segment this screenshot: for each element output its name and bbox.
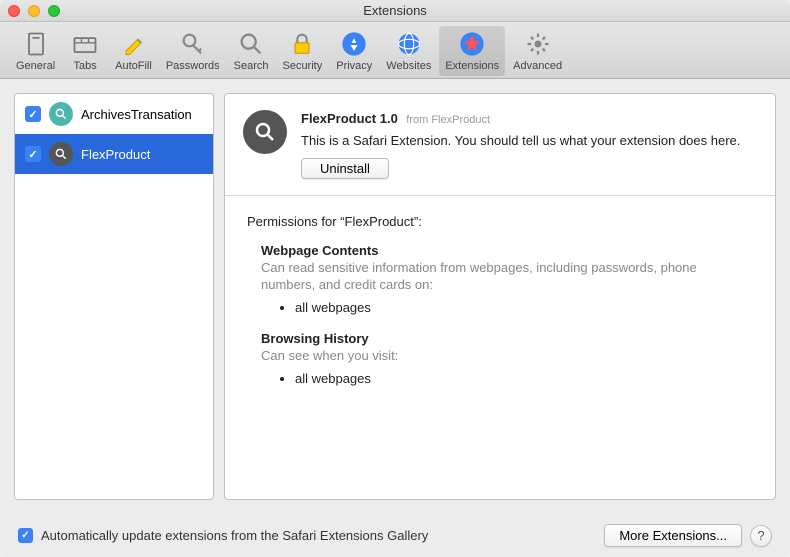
- permission-description: Can read sensitive information from webp…: [261, 260, 753, 294]
- permission-title: Webpage Contents: [261, 243, 753, 258]
- auto-update-checkbox[interactable]: [18, 528, 33, 543]
- detail-from: from FlexProduct: [406, 114, 490, 126]
- uninstall-button[interactable]: Uninstall: [301, 158, 389, 179]
- permission-title: Browsing History: [261, 331, 753, 346]
- toolbar-tabs[interactable]: Tabs: [63, 26, 107, 76]
- extension-name: ArchivesTransation: [81, 107, 192, 122]
- close-window-button[interactable]: [8, 5, 20, 17]
- toolbar-passwords[interactable]: Passwords: [160, 26, 226, 76]
- general-icon: [22, 30, 50, 58]
- security-icon: [288, 30, 316, 58]
- extension-name: FlexProduct: [81, 147, 150, 162]
- permission-description: Can see when you visit:: [261, 348, 753, 365]
- permissions-heading: Permissions for “FlexProduct”:: [247, 214, 753, 229]
- extensions-icon: [458, 30, 486, 58]
- toolbar-privacy[interactable]: Privacy: [330, 26, 378, 76]
- websites-icon: [395, 30, 423, 58]
- footer: Automatically update extensions from the…: [0, 514, 790, 557]
- detail-info: FlexProduct 1.0 from FlexProduct This is…: [301, 110, 757, 179]
- extension-detail-panel: FlexProduct 1.0 from FlexProduct This is…: [224, 93, 776, 500]
- detail-description: This is a Safari Extension. You should t…: [301, 132, 757, 150]
- toolbar-extensions[interactable]: Extensions: [439, 26, 505, 76]
- passwords-icon: [179, 30, 207, 58]
- help-button[interactable]: ?: [750, 525, 772, 547]
- permission-webpage-contents: Webpage Contents Can read sensitive info…: [247, 243, 753, 315]
- traffic-lights: [8, 5, 60, 17]
- toolbar-advanced[interactable]: Advanced: [507, 26, 568, 76]
- search-icon: [237, 30, 265, 58]
- content-area: ArchivesTransation FlexProduct FlexProdu…: [0, 79, 790, 514]
- tabs-icon: [71, 30, 99, 58]
- sidebar-item-flexproduct[interactable]: FlexProduct: [15, 134, 213, 174]
- extension-icon: [49, 142, 73, 166]
- window-title: Extensions: [363, 3, 427, 18]
- extensions-sidebar: ArchivesTransation FlexProduct: [14, 93, 214, 500]
- preferences-toolbar: General Tabs AutoFill Passwords Search S…: [0, 22, 790, 79]
- more-extensions-button[interactable]: More Extensions...: [604, 524, 742, 547]
- advanced-icon: [524, 30, 552, 58]
- titlebar: Extensions: [0, 0, 790, 22]
- permissions-section: Permissions for “FlexProduct”: Webpage C…: [225, 196, 775, 420]
- permission-list: all webpages: [261, 371, 753, 386]
- toolbar-general[interactable]: General: [10, 26, 61, 76]
- toolbar-websites[interactable]: Websites: [380, 26, 437, 76]
- detail-title: FlexProduct 1.0: [301, 111, 398, 126]
- toolbar-autofill[interactable]: AutoFill: [109, 26, 158, 76]
- permission-browsing-history: Browsing History Can see when you visit:…: [247, 331, 753, 386]
- permission-item: all webpages: [295, 300, 753, 315]
- autofill-icon: [119, 30, 147, 58]
- permission-list: all webpages: [261, 300, 753, 315]
- minimize-window-button[interactable]: [28, 5, 40, 17]
- zoom-window-button[interactable]: [48, 5, 60, 17]
- preferences-window: Extensions General Tabs AutoFill Passwor…: [0, 0, 790, 557]
- extension-icon: [49, 102, 73, 126]
- toolbar-security[interactable]: Security: [276, 26, 328, 76]
- privacy-icon: [340, 30, 368, 58]
- permission-item: all webpages: [295, 371, 753, 386]
- detail-extension-icon: [243, 110, 287, 154]
- extension-enabled-checkbox[interactable]: [25, 146, 41, 162]
- extension-enabled-checkbox[interactable]: [25, 106, 41, 122]
- toolbar-search[interactable]: Search: [228, 26, 275, 76]
- sidebar-item-archives[interactable]: ArchivesTransation: [15, 94, 213, 134]
- detail-header: FlexProduct 1.0 from FlexProduct This is…: [225, 94, 775, 196]
- auto-update-label: Automatically update extensions from the…: [41, 528, 596, 543]
